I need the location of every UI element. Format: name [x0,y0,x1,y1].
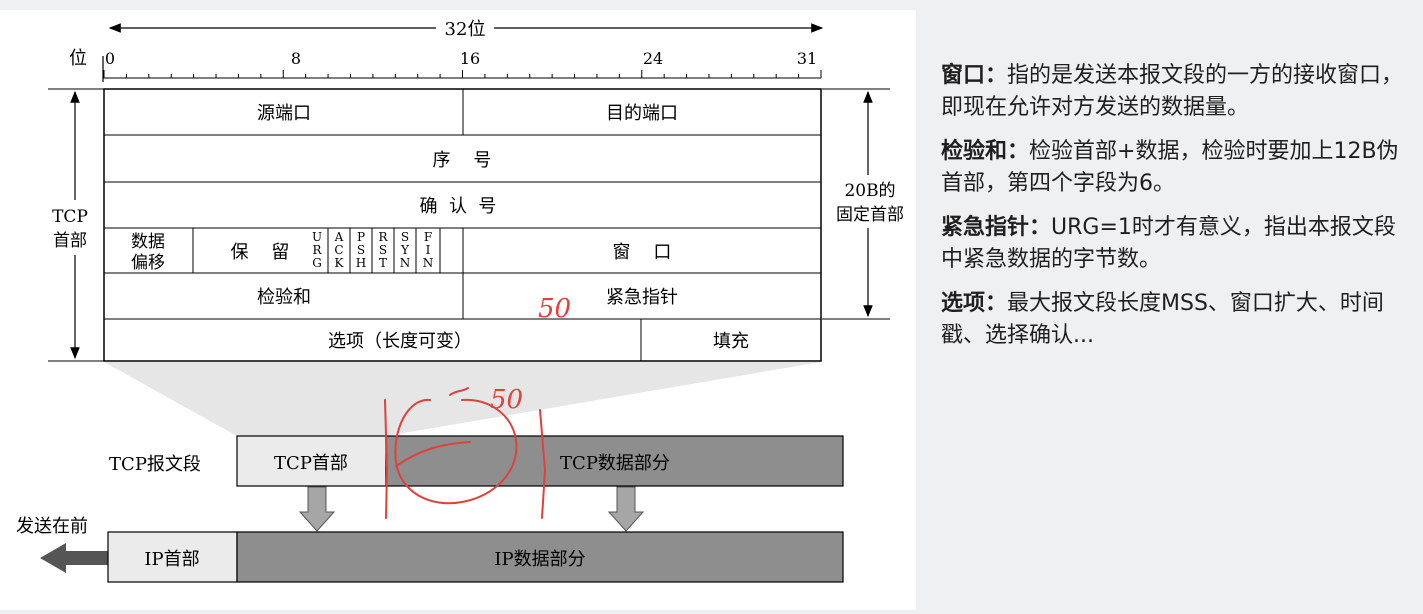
flag-letter-fin: F [424,230,432,244]
flag-letter-psh: P [357,230,365,244]
flag-letter-urg: U [312,230,322,244]
flag-letter-rst: R [378,230,388,244]
flag-letter-syn: Y [400,243,410,257]
note-options: 选项：最大报文段长度MSS、窗口扩大、时间戳、选择确认... [941,288,1411,352]
note-term: 选项： [941,291,1008,316]
note-text: 最大报文段长度MSS、窗口扩大、时间戳、选择确认... [941,291,1384,348]
send-direction-arrow [40,543,108,573]
field-offset-line1: 数据 [131,232,165,252]
notes-panel: 窗口：指的是发送本报文段的一方的接收窗口，即现在允许对方发送的数据量。 检验和：… [941,60,1411,364]
down-arrow-header [298,486,336,532]
header-label-shoubu: 首部 [53,231,87,251]
ip-data-label: IP数据部分 [494,549,585,570]
flag-letter-psh: S [357,243,365,257]
header-label-tcp: TCP [52,207,88,227]
note-window: 窗口：指的是发送本报文段的一方的接收窗口，即现在允许对方发送的数据量。 [941,60,1411,124]
fixed-label-header: 固定首部 [836,205,904,225]
note-checksum: 检验和：检验首部+数据，检验时要加上12B伪首部，第四个字段为6。 [941,136,1411,200]
bit-tick-16: 16 [460,49,480,68]
note-term: 窗口： [941,63,1008,88]
field-offset-line2: 偏移 [131,253,165,273]
flag-letter-urg: R [312,243,322,257]
flag-letter-syn: N [400,256,411,270]
field-source-port: 源端口 [257,103,311,124]
send-first-label: 发送在前 [16,516,88,537]
flag-letter-ack: C [334,243,343,257]
segment-label: TCP报文段 [109,454,201,475]
field-sequence: 序 号 [433,150,492,171]
flag-letter-ack: A [334,230,344,244]
flag-letter-fin: N [423,256,434,270]
flag-letter-psh: H [356,256,366,270]
ruler-ticks [103,70,822,78]
note-urgent: 紧急指针：URG=1时才有意义，指出本报文段中紧急数据的字节数。 [941,212,1411,276]
flag-letter-urg: G [312,256,322,270]
width-label: 32位 [445,19,486,40]
bit-tick-24: 24 [643,49,663,68]
field-checksum: 检验和 [257,287,311,308]
bit-tick-8: 8 [291,49,301,68]
flag-letter-fin: I [426,243,431,257]
flag-letter-rst: T [379,256,387,270]
note-term: 紧急指针： [941,215,1052,240]
field-window: 窗 口 [613,242,672,263]
field-padding: 填充 [713,331,749,352]
annotation-50-segment: 50 [490,385,523,415]
field-ack-number: 确 认 号 [420,196,497,217]
flag-letter-rst: S [379,243,387,257]
field-options: 选项（长度可变） [328,331,472,352]
note-term: 检验和： [941,139,1030,164]
bit-tick-31: 31 [797,49,817,68]
fixed-label-20b: 20B的 [844,181,895,201]
flag-letter-ack: K [335,256,345,270]
bit-tick-0: 0 [105,49,115,68]
field-reserved: 保 留 [231,242,290,263]
field-dest-port: 目的端口 [606,103,678,124]
bit-label: 位 [69,48,87,69]
annotation-50-table: 50 [538,294,571,324]
tcp-header-diagram: 32位 位 0 8 16 24 31 TCP 首部 20B的 固定首部 源端口 … [16,19,904,583]
tcp-data-label: TCP数据部分 [560,453,670,474]
flag-letter-syn: S [401,230,409,244]
ip-header-label: IP首部 [144,549,199,570]
diagram-panel: 32位 位 0 8 16 24 31 TCP 首部 20B的 固定首部 源端口 … [0,10,916,610]
field-urgent-pointer: 紧急指针 [606,287,678,308]
note-text: 指的是发送本报文段的一方的接收窗口，即现在允许对方发送的数据量。 [941,63,1404,120]
tcp-header-label: TCP首部 [274,453,348,474]
down-arrow-data [607,486,645,532]
